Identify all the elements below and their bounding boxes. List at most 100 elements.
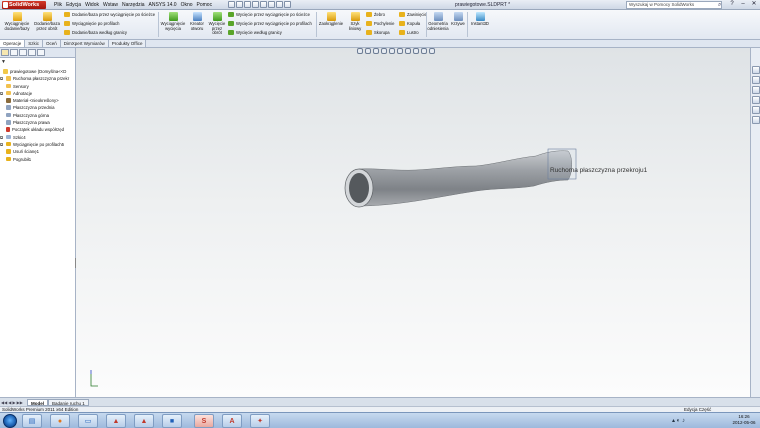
menu-ansys[interactable]: ANSYS 14.0 <box>149 1 177 9</box>
ansys-taskbar-icon[interactable]: ✦ <box>250 414 270 428</box>
sweep-cut-button[interactable]: Wycięcie przez wyciągnięcie po ścieżce <box>228 11 310 18</box>
part-model-view[interactable] <box>76 48 750 397</box>
boundary-cut-button[interactable]: Wycięcie według granicy <box>228 29 282 36</box>
menu-edit[interactable]: Edycja <box>66 1 81 9</box>
expand-icon[interactable]: + <box>0 142 3 146</box>
menu-insert[interactable]: Wstaw <box>103 1 118 9</box>
file-explorer-icon[interactable] <box>752 86 760 94</box>
wrap-button[interactable]: Zawinięcie <box>399 11 427 18</box>
command-manager-ribbon: Wyciągnięcie dodanie/bazy Dodanie/baza p… <box>0 10 760 40</box>
save-icon[interactable] <box>244 1 251 8</box>
filter-icon[interactable]: ▼ <box>1 59 7 65</box>
minimize-icon[interactable]: – <box>738 0 748 9</box>
rib-button[interactable]: Żebro <box>366 11 385 18</box>
help-icon[interactable]: ? <box>727 0 737 9</box>
tube-body[interactable] <box>358 150 572 207</box>
explorer-taskbar-icon[interactable]: ▤ <box>22 414 42 428</box>
tree-item-sensors[interactable]: Sensory <box>0 83 76 90</box>
app-taskbar-icon[interactable]: ■ <box>162 414 182 428</box>
tree-item-front-plane[interactable]: Płaszczyzna przednia <box>0 104 76 111</box>
expand-icon[interactable]: + <box>0 135 3 139</box>
design-library-icon[interactable] <box>752 76 760 84</box>
acrobat-taskbar-icon[interactable]: A <box>222 414 242 428</box>
search-icon[interactable]: ⌕ <box>718 1 726 9</box>
tab-features[interactable]: Operacje <box>0 40 26 47</box>
tree-item-section-plane[interactable]: + Ruchoma płaszczyzna przekr <box>0 75 76 82</box>
firefox-taskbar-icon[interactable]: ● <box>50 414 70 428</box>
tab-motion-study[interactable]: Badanie ruchu 1 <box>48 399 89 406</box>
section-plane-frame[interactable] <box>547 148 577 180</box>
tree-item-material[interactable]: Materiał <nieokreślony> <box>0 97 76 104</box>
select-icon[interactable] <box>268 1 275 8</box>
feature-manager-tab-icon[interactable] <box>1 49 9 56</box>
view-palette-icon[interactable] <box>752 96 760 104</box>
open-icon[interactable] <box>236 1 243 8</box>
extrude-boss-icon <box>12 12 22 21</box>
close-icon[interactable]: ✕ <box>749 0 759 9</box>
tab-model[interactable]: Model <box>27 399 48 406</box>
display-manager-tab-icon[interactable] <box>37 49 45 56</box>
appearances-icon[interactable] <box>752 106 760 114</box>
reference-geometry-button[interactable]: Geometria odniesienia <box>427 12 449 31</box>
tree-item-right-plane[interactable]: Płaszczyzna prawa <box>0 119 76 126</box>
loft-cut-button[interactable]: Wycięcie przez wyciągnięcie po profilach <box>228 20 312 27</box>
curves-button[interactable]: Krzywe <box>450 12 466 27</box>
dimxpert-manager-tab-icon[interactable] <box>28 49 36 56</box>
folder-taskbar-icon[interactable]: ▭ <box>78 414 98 428</box>
draft-button[interactable]: Pochylenie <box>366 20 395 27</box>
solidworks-taskbar-icon[interactable]: S <box>194 414 214 428</box>
boundary-boss-button[interactable]: Dodanie/baza według granicy <box>64 29 127 36</box>
sweep-boss-button[interactable]: Dodanie/baza przez wyciągnięcie po ścież… <box>64 11 155 18</box>
tree-item-loft5[interactable]: + Wyciągnięcie po profilach5 <box>0 141 76 148</box>
menu-file[interactable]: Plik <box>54 1 62 9</box>
menu-window[interactable]: Okno <box>181 1 193 9</box>
help-search-input[interactable]: Wyszukaj w Pomocy SolidWorks <box>626 1 722 9</box>
rebuild-icon[interactable] <box>276 1 283 8</box>
expand-icon[interactable]: + <box>0 77 3 81</box>
menu-tools[interactable]: Narzędzia <box>122 1 145 9</box>
linear-pattern-button[interactable]: Szyk liniowy <box>345 12 365 31</box>
tree-item-part[interactable]: prawiegotowe (Domyślna<<D <box>0 68 76 75</box>
configuration-manager-tab-icon[interactable] <box>19 49 27 56</box>
new-icon[interactable] <box>228 1 235 8</box>
tree-item-thicken1[interactable]: Pogrubił1 <box>0 156 76 163</box>
tab-scroll-arrows-icon[interactable]: ◀◀ ◀ ▶ ▶▶ <box>1 399 23 406</box>
tray-icons[interactable]: ▴ ◐ ♪ <box>672 417 685 424</box>
tab-evaluate[interactable]: Oceń <box>43 40 61 47</box>
menu-view[interactable]: Widok <box>85 1 99 9</box>
shell-button[interactable]: Skorupa <box>366 29 390 36</box>
fillet-button[interactable]: Zaokrąglenie <box>318 12 344 27</box>
options-icon[interactable] <box>284 1 291 8</box>
title-bar: SolidWorks Plik Edycja Widok Wstaw Narzę… <box>0 0 760 10</box>
revolve-boss-button[interactable]: Dodanie/baza przez obrót <box>33 12 61 31</box>
extrude-cut-button[interactable]: Wyciągnięcie wycięcia <box>160 12 186 31</box>
instant3d-button[interactable]: Instant3D <box>469 12 491 27</box>
solidworks-logo[interactable]: SolidWorks <box>2 1 46 9</box>
revolve-cut-button[interactable]: Wycięcie przez obrót <box>207 12 227 36</box>
start-button[interactable] <box>3 414 17 428</box>
undo-icon[interactable] <box>260 1 267 8</box>
custom-properties-icon[interactable] <box>752 116 760 124</box>
resources-icon[interactable] <box>752 66 760 74</box>
tab-dimxpert[interactable]: DimXpert Wymiarów <box>60 40 109 47</box>
tree-item-annotations[interactable]: + Adnotacje <box>0 90 76 97</box>
graphics-area[interactable]: Ruchoma płaszczyzna przekroju1 <box>76 48 750 397</box>
clock[interactable]: 16:26 2012-05-06 <box>730 414 758 426</box>
extrude-boss-button[interactable]: Wyciągnięcie dodanie/bazy <box>2 12 32 31</box>
tree-item-origin[interactable]: Początek układu współrzęd <box>0 126 76 133</box>
tab-office-products[interactable]: Produkty Office <box>108 40 147 47</box>
print-icon[interactable] <box>252 1 259 8</box>
hole-wizard-button[interactable]: Kreator otworu <box>187 12 207 31</box>
expand-icon[interactable]: + <box>0 91 3 95</box>
menu-help[interactable]: Pomoc <box>197 1 213 9</box>
tree-item-top-plane[interactable]: Płaszczyzna górna <box>0 112 76 119</box>
loft-boss-button[interactable]: Wyciągnięcie po profilach <box>64 20 119 27</box>
matlab2-taskbar-icon[interactable]: ▲ <box>134 414 154 428</box>
mirror-button[interactable]: Lustro <box>399 29 419 36</box>
tab-sketch[interactable]: Szkic <box>25 40 44 47</box>
dome-button[interactable]: Kopuła <box>399 20 420 27</box>
tree-item-sketch4[interactable]: + Szkic4 <box>0 134 76 141</box>
property-manager-tab-icon[interactable] <box>10 49 18 56</box>
matlab-taskbar-icon[interactable]: ▲ <box>106 414 126 428</box>
tree-item-delete-face1[interactable]: Usuń ścianę1 <box>0 148 76 155</box>
